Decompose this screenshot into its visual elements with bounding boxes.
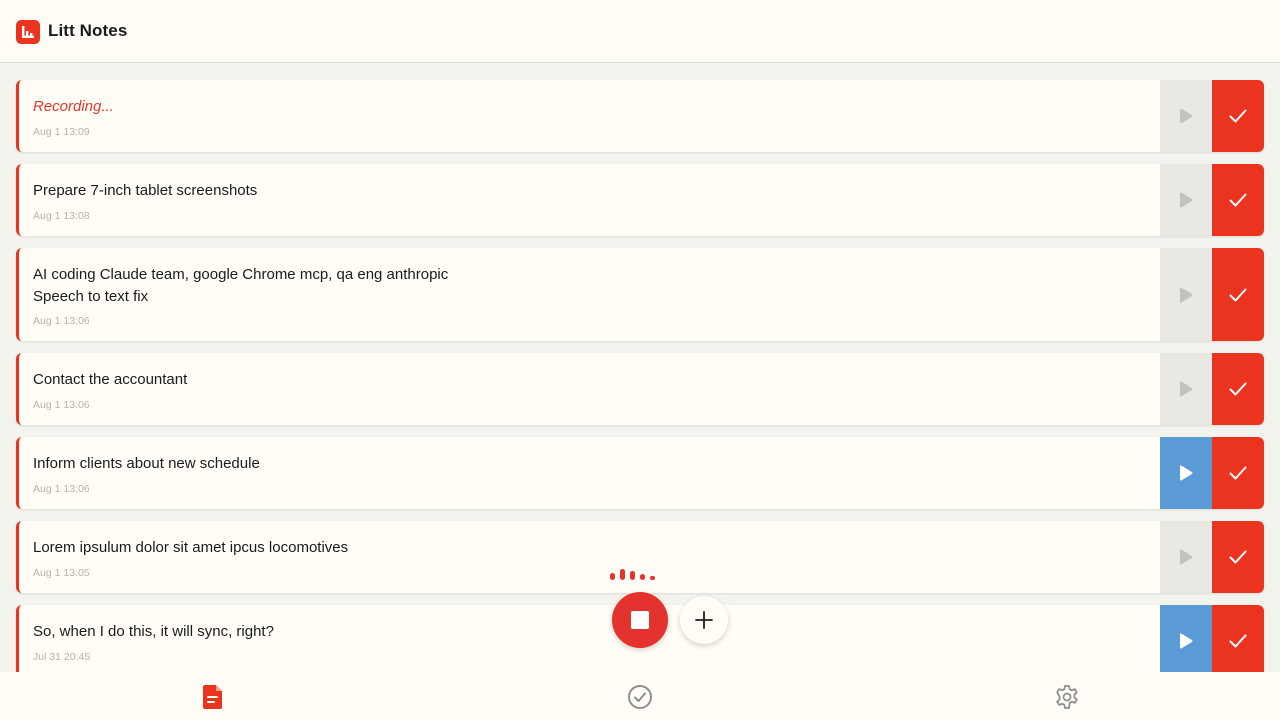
note-text: Recording... [33, 98, 114, 115]
play-button[interactable] [1160, 437, 1212, 509]
check-icon [1229, 550, 1247, 564]
note-timestamp: Aug 1 13:05 [33, 567, 90, 579]
document-icon [203, 685, 222, 709]
complete-button[interactable] [1212, 80, 1264, 152]
bottom-nav [0, 672, 1280, 720]
note-timestamp: Aug 1 13:09 [33, 126, 90, 138]
play-button[interactable] [1160, 248, 1212, 341]
play-button[interactable] [1160, 80, 1212, 152]
play-icon [1179, 286, 1193, 303]
note-timestamp: Aug 1 13:06 [33, 483, 90, 495]
play-icon [1179, 633, 1193, 649]
audio-level-icon [608, 566, 658, 580]
complete-button[interactable] [1212, 437, 1264, 509]
check-icon [1229, 466, 1247, 480]
gear-icon [1056, 685, 1078, 709]
nav-settings[interactable] [1054, 684, 1080, 710]
note-timestamp: Aug 1 13:08 [33, 210, 90, 222]
stop-icon [631, 611, 649, 629]
note-text: So, when I do this, it will sync, right? [33, 623, 274, 640]
play-button[interactable] [1160, 353, 1212, 425]
play-icon [1179, 192, 1193, 208]
play-icon [1179, 465, 1193, 481]
nav-notes[interactable] [200, 684, 226, 710]
note-timestamp: Aug 1 13:06 [33, 399, 90, 411]
complete-button[interactable] [1212, 353, 1264, 425]
note-text: AI coding Claude team, google Chrome mcp… [33, 266, 449, 305]
complete-button[interactable] [1212, 248, 1264, 341]
check-icon [1229, 288, 1247, 301]
note-text: Contact the accountant [33, 371, 188, 388]
check-circle-icon [628, 685, 652, 709]
note-text: Lorem ipsulum dolor sit amet ipcus locom… [33, 539, 349, 556]
bar-chart-icon [16, 20, 40, 44]
complete-button[interactable] [1212, 605, 1264, 677]
play-icon [1179, 381, 1193, 397]
check-icon [1229, 109, 1247, 123]
play-button[interactable] [1160, 521, 1212, 593]
stop-recording-button[interactable] [612, 592, 668, 648]
note-card[interactable]: Recording... Aug 1 13:09 [16, 80, 1264, 152]
add-note-button[interactable] [680, 596, 728, 644]
note-card[interactable]: Contact the accountant Aug 1 13:06 [16, 353, 1264, 425]
note-card[interactable]: Prepare 7-inch tablet screenshots Aug 1 1… [16, 164, 1264, 236]
play-button[interactable] [1160, 605, 1212, 677]
note-timestamp: Jul 31 20:45 [33, 651, 91, 663]
note-card[interactable]: Lorem ipsulum dolor sit amet ipcus locom… [16, 521, 1264, 593]
check-icon [1229, 193, 1247, 207]
complete-button[interactable] [1212, 521, 1264, 593]
play-icon [1179, 549, 1193, 565]
note-timestamp: Aug 1 13:06 [33, 315, 90, 327]
note-text: Inform clients about new schedule [33, 455, 260, 472]
play-icon [1179, 108, 1193, 124]
check-icon [1229, 382, 1247, 396]
check-icon [1229, 634, 1247, 648]
note-card[interactable]: Inform clients about new schedule Aug 1 1… [16, 437, 1264, 509]
app-title: Litt Notes [48, 21, 128, 40]
note-text: Prepare 7-inch tablet screenshots [33, 182, 258, 199]
plus-icon [695, 611, 713, 629]
app-header: Litt Notes [0, 0, 1280, 63]
nav-done[interactable] [627, 684, 653, 710]
complete-button[interactable] [1212, 164, 1264, 236]
play-button[interactable] [1160, 164, 1212, 236]
note-card[interactable]: AI coding Claude team, google Chrome mcp… [16, 248, 1264, 341]
